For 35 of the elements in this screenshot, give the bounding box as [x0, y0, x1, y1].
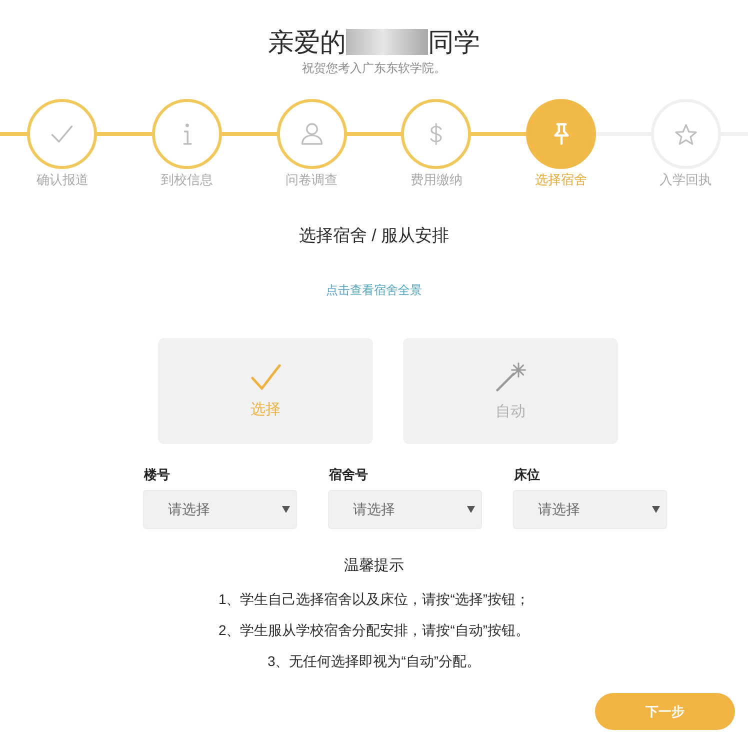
field-label: 楼号	[143, 466, 171, 484]
option-button[interactable]: 选择	[158, 338, 373, 444]
dollar-icon	[430, 123, 442, 145]
option-button[interactable]: 自动	[403, 338, 618, 444]
step-label: 选择宿舍	[534, 171, 587, 189]
dropdown-field[interactable]: 请选择	[328, 490, 482, 529]
step-label: 到校信息	[160, 171, 213, 189]
check-icon	[51, 125, 74, 143]
tip-text: 1、学生自己选择宿舍以及床位，请按“选择”按钮；	[217, 590, 531, 609]
caret-icon	[282, 506, 290, 513]
step-label: 费用缴纳	[410, 171, 462, 189]
caret-icon	[467, 506, 475, 513]
step-label: 问卷调查	[286, 171, 338, 189]
tip-text: 2、学生服从学校宿舍分配安排，请按“自动”按钮。	[217, 621, 531, 640]
panorama-link[interactable]: 点击查看宿舍全景	[326, 282, 422, 298]
info-icon	[182, 123, 192, 145]
person-icon	[300, 123, 323, 145]
caret-icon	[652, 506, 660, 513]
section-title: 选择宿舍 / 服从安排	[298, 225, 450, 247]
subtitle-text: 祝贺您考入广东东软学院。	[301, 60, 447, 76]
field-label: 宿舍号	[328, 466, 369, 484]
tip-text: 3、无任何选择即视为“自动”分配。	[266, 652, 482, 671]
tips-title: 温馨提示	[343, 556, 405, 576]
dropdown-field[interactable]: 请选择	[513, 490, 667, 529]
pushpin-icon	[554, 123, 568, 145]
field-label: 床位	[513, 466, 541, 484]
check-icon	[250, 364, 280, 390]
step-label: 确认报道	[36, 171, 88, 189]
step-label: 入学回执	[660, 171, 712, 189]
star-icon	[674, 124, 697, 144]
greeting-text: 亲爱的	[268, 26, 346, 58]
magic-wand-icon	[496, 362, 526, 392]
next-button[interactable]: 下一步	[595, 693, 735, 730]
dropdown-field[interactable]: 请选择	[143, 490, 297, 529]
greeting-text: 同学	[428, 26, 480, 58]
